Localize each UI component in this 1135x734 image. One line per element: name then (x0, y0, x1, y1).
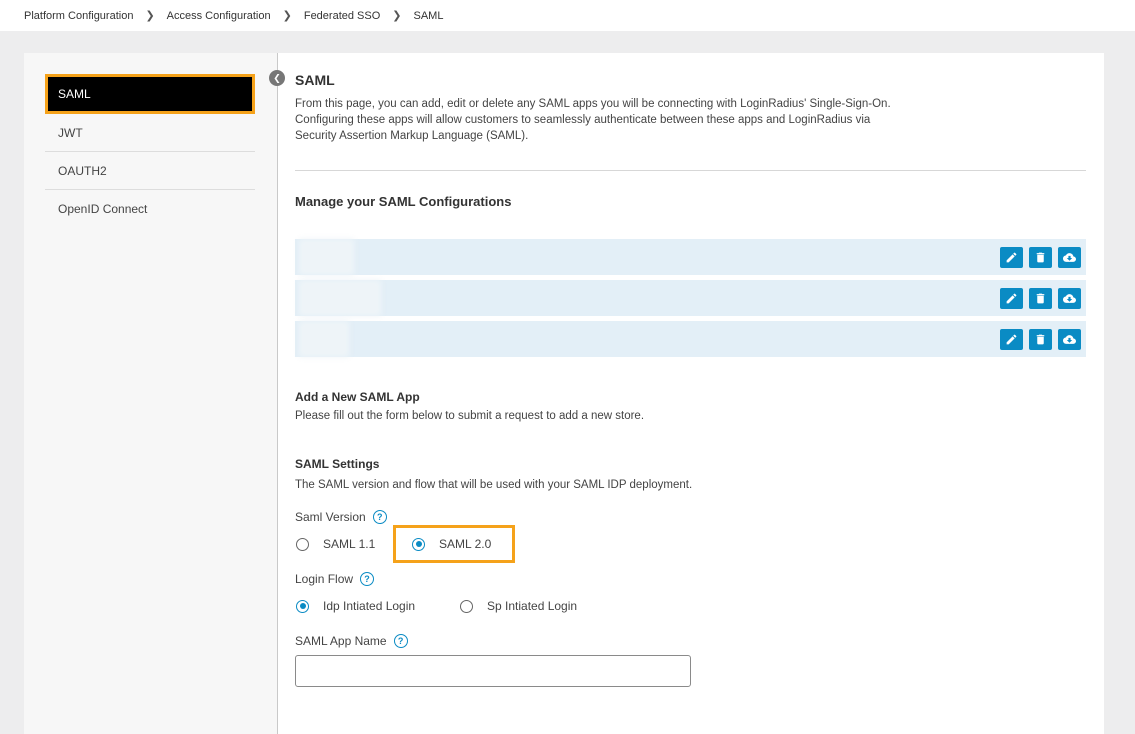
sidebar-item-openid-connect[interactable]: OpenID Connect (45, 190, 255, 228)
add-app-title: Add a New SAML App (295, 390, 420, 404)
divider (295, 170, 1086, 171)
add-app-description: Please fill out the form below to submit… (295, 410, 645, 422)
radio-circle[interactable] (296, 537, 309, 551)
saml-app-row (295, 280, 1086, 316)
download-button[interactable] (1058, 288, 1081, 309)
main-content: SAML From this page, you can add, edit o… (295, 53, 1086, 734)
redacted-app-name (299, 280, 381, 316)
radio-circle[interactable] (460, 599, 473, 613)
chevron-right-icon: ❯ (282, 10, 292, 22)
download-button[interactable] (1058, 329, 1081, 350)
help-icon[interactable]: ? (372, 510, 387, 524)
field-label-text: SAML App Name (295, 634, 387, 648)
radio-idp-initiated[interactable]: Idp Intiated Login (296, 599, 415, 613)
edit-button[interactable] (1000, 247, 1023, 268)
description-line: From this page, you can add, edit or del… (295, 98, 891, 110)
collapse-sidebar-button[interactable]: ❮ (269, 70, 285, 86)
sidebar-item-jwt[interactable]: JWT (45, 114, 255, 152)
delete-button[interactable] (1029, 329, 1052, 350)
trash-icon (1036, 293, 1045, 304)
chevron-right-icon: ❯ (392, 10, 402, 22)
breadcrumb-item-access-configuration[interactable]: Access Configuration (167, 10, 271, 22)
redacted-app-name (299, 239, 354, 275)
chevron-right-icon: ❯ (145, 10, 155, 22)
breadcrumb-item-federated-sso[interactable]: Federated SSO (304, 10, 380, 22)
delete-button[interactable] (1029, 288, 1052, 309)
radio-circle[interactable] (296, 599, 309, 613)
saml-version-label: Saml Version ? (295, 510, 387, 524)
trash-icon (1036, 252, 1045, 263)
sidebar-item-oauth2[interactable]: OAUTH2 (45, 152, 255, 190)
delete-button[interactable] (1029, 247, 1052, 268)
sidebar: SAML JWT OAUTH2 OpenID Connect (24, 53, 278, 734)
saml-settings-description: The SAML version and flow that will be u… (295, 479, 693, 491)
page-description: From this page, you can add, edit or del… (295, 96, 935, 144)
radio-label: Idp Intiated Login (323, 599, 416, 613)
login-flow-label: Login Flow ? (295, 572, 375, 586)
description-line: Security Assertion Markup Language (SAML… (295, 130, 529, 142)
app-name-label: SAML App Name ? (295, 634, 408, 648)
saml-app-row (295, 239, 1086, 275)
sidebar-item-label: JWT (58, 125, 83, 140)
radio-label: Sp Intiated Login (487, 599, 578, 613)
pencil-icon (1006, 334, 1017, 345)
field-label-text: Login Flow (295, 572, 354, 586)
pencil-icon (1006, 252, 1017, 263)
page-title: SAML (295, 72, 335, 88)
chevron-left-icon: ❮ (273, 72, 281, 83)
cloud-download-icon (1063, 294, 1076, 303)
saml-app-row (295, 321, 1086, 357)
help-icon[interactable]: ? (360, 572, 375, 586)
cloud-download-icon (1063, 335, 1076, 344)
breadcrumb-item-platform-configuration[interactable]: Platform Configuration (24, 10, 133, 22)
help-icon[interactable]: ? (393, 634, 408, 648)
sidebar-item-label: OAUTH2 (58, 163, 107, 178)
sidebar-item-label: SAML (58, 87, 91, 101)
breadcrumb: Platform Configuration ❯ Access Configur… (0, 0, 1135, 31)
trash-icon (1036, 334, 1045, 345)
pencil-icon (1006, 293, 1017, 304)
edit-button[interactable] (1000, 288, 1023, 309)
edit-button[interactable] (1000, 329, 1023, 350)
sidebar-item-label: OpenID Connect (58, 202, 148, 216)
description-line: Configuring these apps will allow custom… (295, 114, 871, 126)
radio-saml-1-1[interactable]: SAML 1.1 (296, 537, 375, 551)
highlight-box (393, 525, 515, 563)
saml-settings-title: SAML Settings (295, 457, 380, 471)
breadcrumb-item-saml: SAML (413, 9, 444, 22)
field-label-text: Saml Version (295, 510, 366, 524)
app-name-input[interactable] (295, 655, 691, 687)
content-card: SAML JWT OAUTH2 OpenID Connect ❮ SAML Fr… (24, 53, 1104, 734)
sidebar-item-saml[interactable]: SAML (45, 74, 255, 114)
redacted-app-name (299, 321, 349, 357)
manage-title: Manage your SAML Configurations (295, 194, 512, 209)
radio-label: SAML 1.1 (323, 537, 376, 551)
cloud-download-icon (1063, 253, 1076, 262)
radio-sp-initiated[interactable]: Sp Intiated Login (460, 599, 577, 613)
download-button[interactable] (1058, 247, 1081, 268)
